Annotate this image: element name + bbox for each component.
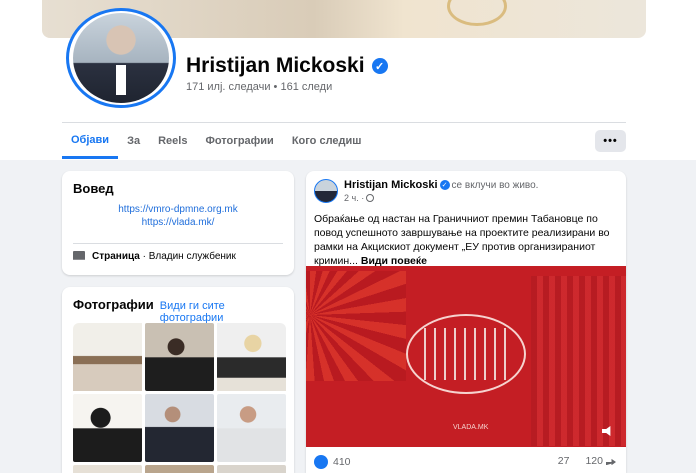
flag-icon [73, 251, 85, 260]
share-icon [606, 458, 616, 466]
post-text: Обраќање од настан на Граничниот премин … [314, 213, 610, 267]
tab-about[interactable]: За [118, 123, 149, 159]
emblem-graphic [447, 0, 507, 26]
photo-thumbnail[interactable] [217, 465, 286, 473]
photo-thumbnail[interactable] [217, 394, 286, 462]
page-category: Страница · Владин службеник [73, 251, 236, 262]
comments-count[interactable]: 27 [558, 455, 570, 467]
photo-thumbnail[interactable] [145, 465, 214, 473]
tab-following[interactable]: Кого следиш [283, 123, 371, 159]
page-title: Hristijan Mickoski [186, 54, 365, 77]
post-card: Hristijan Mickoski ✓ се вклучи во живо. 2 … [306, 171, 626, 473]
photo-thumbnail[interactable] [217, 323, 286, 391]
website-link-vmro[interactable]: https://vmro-dpmne.org.mk [62, 204, 294, 215]
verified-badge-icon: ✓ [439, 180, 450, 191]
photo-thumbnail[interactable] [73, 465, 142, 473]
intro-card: Вовед https://vmro-dpmne.org.mk https://… [62, 171, 294, 275]
verified-badge-icon: ✓ [371, 58, 388, 74]
more-options-button[interactable]: ••• [595, 130, 626, 152]
tab-reels[interactable]: Reels [149, 123, 196, 159]
post-author-avatar[interactable] [314, 179, 338, 203]
post-author-name[interactable]: Hristijan Mickoski [344, 179, 438, 191]
follower-counts[interactable]: 171 илј. следачи • 161 следи [186, 81, 332, 93]
post-video[interactable]: VLADA.MK [306, 266, 626, 447]
reactions-count: 410 [333, 456, 351, 468]
website-link-vlada[interactable]: https://vlada.mk/ [62, 217, 294, 228]
post-timestamp[interactable]: 2 ч. · [344, 193, 364, 203]
profile-tabs: Објави За Reels Фотографии Кого следиш [62, 123, 370, 161]
photo-thumbnail[interactable] [73, 323, 142, 391]
avatar [73, 13, 169, 103]
see-all-photos-link[interactable]: Види ги сите фотографии [160, 300, 283, 324]
photos-title: Фотографии [73, 297, 154, 312]
photo-thumbnail[interactable] [145, 323, 214, 391]
intro-title: Вовед [73, 181, 114, 196]
tab-photos[interactable]: Фотографии [196, 123, 282, 159]
photo-thumbnail[interactable] [73, 394, 142, 462]
like-reaction-icon [314, 455, 328, 469]
video-watermark: VLADA.MK [453, 424, 489, 431]
tab-posts[interactable]: Објави [62, 123, 119, 159]
photo-thumbnail[interactable] [145, 394, 214, 462]
shares-count[interactable]: 120 [585, 455, 616, 467]
profile-picture[interactable] [66, 8, 176, 108]
globe-icon [366, 194, 375, 203]
post-status: се вклучи во живо. [451, 180, 539, 191]
reactions-summary[interactable]: 410 [314, 455, 351, 469]
photos-card: Фотографии Види ги сите фотографии [62, 287, 294, 473]
